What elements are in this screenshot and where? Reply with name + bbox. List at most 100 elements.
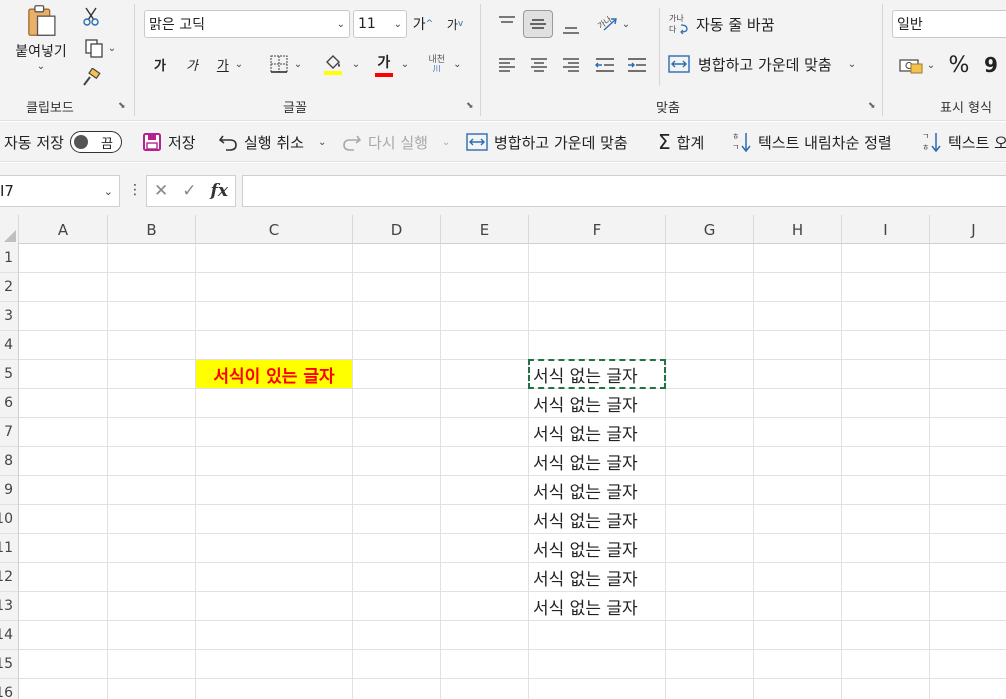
- plain-text-cell[interactable]: 서식 없는 글자: [533, 360, 665, 388]
- plain-text-cell[interactable]: 서식 없는 글자: [533, 534, 665, 562]
- borders-button[interactable]: ⌄: [264, 52, 308, 76]
- row-header-4[interactable]: 4: [0, 331, 18, 360]
- chevron-down-icon[interactable]: ⌄: [318, 137, 326, 148]
- column-header-e[interactable]: E: [441, 215, 529, 244]
- column-header-f[interactable]: F: [529, 215, 666, 244]
- more-options-icon[interactable]: ⋮: [128, 182, 142, 198]
- orientation-button[interactable]: 가나 ⌄: [592, 12, 634, 36]
- paintbrush-icon: [83, 68, 101, 86]
- font-color-button[interactable]: 가 ⌄: [370, 50, 414, 78]
- chevron-down-icon: ⌄: [351, 58, 361, 70]
- autosave-toggle[interactable]: 자동 저장 끔: [4, 130, 128, 154]
- undo-button[interactable]: 실행 취소 ⌄: [218, 130, 326, 154]
- font-name-select[interactable]: 맑은 고딕 ⌄: [144, 10, 350, 38]
- dialog-launcher-icon[interactable]: ⬊: [868, 101, 876, 111]
- column-header-a[interactable]: A: [19, 215, 108, 244]
- plain-text-cell[interactable]: 서식 없는 글자: [533, 389, 665, 417]
- paste-label: 붙여넣기: [15, 44, 67, 60]
- row-header-13[interactable]: 13: [0, 592, 18, 621]
- cancel-icon[interactable]: ✕: [154, 181, 168, 201]
- row-header-6[interactable]: 6: [0, 389, 18, 418]
- font-size-select[interactable]: 11 ⌄: [353, 10, 407, 38]
- toggle-switch[interactable]: 끔: [69, 131, 122, 153]
- decrease-indent-button[interactable]: [592, 52, 618, 78]
- sort-descending-icon: ㅎ ㄱ: [732, 132, 751, 153]
- plain-text-cell[interactable]: 서식 없는 글자: [533, 447, 665, 475]
- align-center-icon: [531, 58, 547, 72]
- row-header-9[interactable]: 9: [0, 476, 18, 505]
- column-header-d[interactable]: D: [353, 215, 441, 244]
- gridline-vertical: [753, 244, 754, 699]
- align-center-button[interactable]: [526, 52, 552, 78]
- copy-button[interactable]: ⌄: [80, 36, 120, 60]
- bold-button[interactable]: 가: [148, 52, 172, 76]
- percent-button[interactable]: %: [944, 50, 974, 80]
- chevron-down-icon[interactable]: ⌄: [104, 185, 113, 198]
- plain-text-cell[interactable]: 서식 없는 글자: [533, 476, 665, 504]
- row-header-15[interactable]: 15: [0, 650, 18, 679]
- row-header-5[interactable]: 5: [0, 360, 18, 389]
- comma-style-button[interactable]: 9: [980, 50, 1002, 80]
- plain-text-cell[interactable]: 서식 없는 글자: [533, 563, 665, 591]
- column-header-c[interactable]: C: [196, 215, 353, 244]
- gridline-horizontal: [19, 533, 1006, 534]
- align-top-button[interactable]: [494, 10, 520, 36]
- merge-center-quick-button[interactable]: 병합하고 가운데 맞춤: [466, 130, 628, 154]
- autosum-button[interactable]: Σ 합계: [658, 130, 704, 154]
- align-middle-button[interactable]: [523, 10, 553, 38]
- grow-font-button[interactable]: 가 ^: [410, 12, 436, 36]
- row-header-2[interactable]: 2: [0, 273, 18, 302]
- chevron-down-icon[interactable]: ⌄: [442, 137, 450, 148]
- column-header-b[interactable]: B: [108, 215, 196, 244]
- sort-descending-button[interactable]: ㅎ ㄱ 텍스트 내림차순 정렬: [732, 130, 892, 154]
- row-header-14[interactable]: 14: [0, 621, 18, 650]
- merge-center-button[interactable]: 병합하고 가운데 맞춤 ⌄: [668, 50, 870, 78]
- name-box[interactable]: I7 ⌄: [0, 175, 120, 207]
- dialog-launcher-icon[interactable]: ⬊: [466, 101, 474, 111]
- column-header-i[interactable]: I: [842, 215, 930, 244]
- column-header-h[interactable]: H: [754, 215, 842, 244]
- accounting-format-button[interactable]: ⌄: [894, 52, 940, 78]
- plain-text-cell[interactable]: 서식 없는 글자: [533, 592, 665, 620]
- paint-bucket-icon: [323, 55, 342, 75]
- shrink-font-button[interactable]: 가v: [442, 12, 468, 36]
- row-header-11[interactable]: 11: [0, 534, 18, 563]
- increase-indent-button[interactable]: [624, 52, 650, 78]
- column-header-j[interactable]: J: [930, 215, 1006, 244]
- formatted-text-cell[interactable]: 서식이 있는 글자: [196, 360, 352, 388]
- copy-icon: [85, 39, 103, 58]
- wrap-text-button[interactable]: 가나 다 자동 줄 바꿈: [668, 10, 788, 38]
- row-header-16[interactable]: 16: [0, 679, 18, 699]
- row-header-1[interactable]: 1: [0, 244, 18, 273]
- number-format-select[interactable]: 일반: [892, 10, 1006, 38]
- plain-text-cell[interactable]: 서식 없는 글자: [533, 418, 665, 446]
- dialog-launcher-icon[interactable]: ⬊: [118, 101, 126, 111]
- save-button[interactable]: 저장: [142, 130, 196, 154]
- format-painter-button[interactable]: [80, 66, 102, 90]
- shrink-font-label: 가: [446, 17, 458, 32]
- insert-function-button[interactable]: fx: [211, 181, 228, 201]
- align-right-button[interactable]: [558, 52, 584, 78]
- formula-input[interactable]: [242, 175, 1006, 207]
- row-header-7[interactable]: 7: [0, 418, 18, 447]
- underline-button[interactable]: 가 ⌄: [210, 52, 250, 76]
- cut-button[interactable]: [80, 4, 102, 28]
- italic-button[interactable]: 가: [180, 52, 204, 76]
- row-header-8[interactable]: 8: [0, 447, 18, 476]
- row-header-12[interactable]: 12: [0, 563, 18, 592]
- align-left-button[interactable]: [494, 52, 520, 78]
- phonetic-guide-button[interactable]: 내천 川 ⌄: [422, 52, 468, 76]
- column-header-g[interactable]: G: [666, 215, 754, 244]
- decrease-indent-icon: [595, 58, 614, 72]
- redo-button[interactable]: 다시 실행 ⌄: [342, 130, 450, 154]
- fill-color-button[interactable]: ⌄: [318, 50, 364, 78]
- row-header-10[interactable]: 10: [0, 505, 18, 534]
- paste-button[interactable]: 붙여넣기 ⌄: [8, 4, 74, 72]
- plain-text-cell[interactable]: 서식 없는 글자: [533, 505, 665, 533]
- select-all-button[interactable]: [0, 215, 19, 244]
- check-icon[interactable]: ✓: [182, 181, 196, 201]
- cell-area[interactable]: 서식이 있는 글자 서식 없는 글자 서식 없는 글자 서식 없는 글자 서식 없는 글…: [19, 244, 1006, 699]
- row-header-3[interactable]: 3: [0, 302, 18, 331]
- sort-ascending-button[interactable]: ㄱ ㅎ 텍스트 오: [922, 130, 1006, 154]
- align-bottom-button[interactable]: [558, 14, 584, 40]
